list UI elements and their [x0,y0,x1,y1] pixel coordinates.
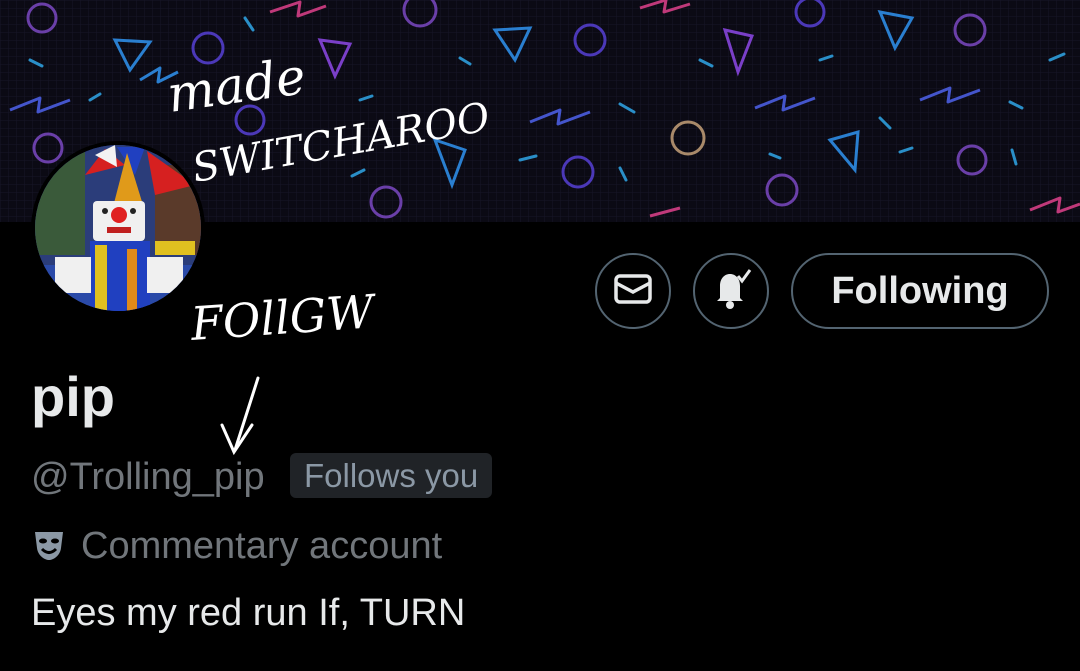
username-handle[interactable]: @Trolling_pip [31,456,265,499]
follows-you-badge: Follows you [290,453,493,498]
following-button[interactable]: Following [791,253,1049,329]
account-category: Commentary account [31,525,442,568]
arrow-down-icon [220,376,260,456]
avatar[interactable] [31,141,205,315]
message-button[interactable] [595,253,671,329]
theater-masks-icon [31,526,67,567]
notifications-button[interactable] [693,253,769,329]
bell-check-icon [708,266,754,317]
avatar-image [35,145,201,311]
scribble-follow: FOllGW [188,284,379,351]
category-label: Commentary account [81,525,443,567]
display-name: pip [31,365,115,428]
profile-bio: Eyes my red run If, TURN [31,592,466,634]
envelope-icon [613,269,653,314]
